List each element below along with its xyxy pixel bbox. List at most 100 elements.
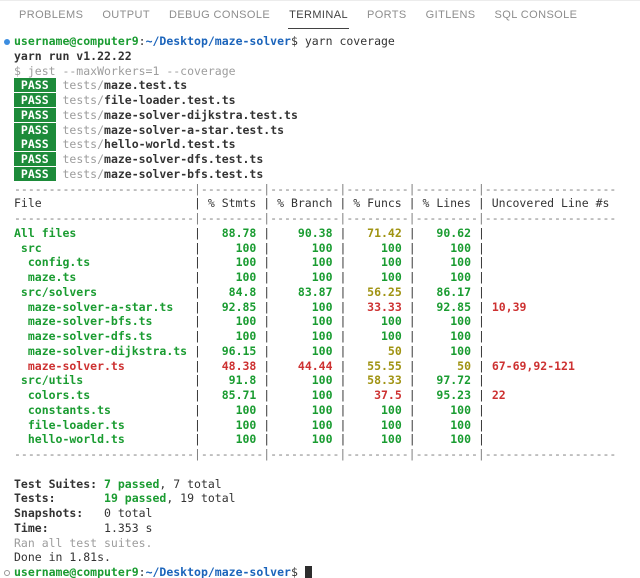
test-dir: tests/ [62, 167, 104, 181]
coverage-value: 96.15 [201, 344, 263, 358]
summary-rest: , 7 total [159, 477, 221, 491]
tab-sql-console[interactable]: SQL CONSOLE [494, 1, 579, 29]
coverage-value: 100 [416, 270, 478, 284]
coverage-file: maze-solver-dijkstra.ts [14, 344, 194, 358]
terminal-output[interactable]: username@computer9:~/Desktop/maze-solver… [0, 29, 640, 578]
coverage-value: 92.85 [201, 300, 263, 314]
summary-label: Tests: [14, 491, 104, 505]
coverage-value: 100 [201, 329, 263, 343]
coverage-value: 84.8 [201, 285, 263, 299]
pass-badge: PASS [14, 152, 56, 166]
coverage-value: 100 [416, 329, 478, 343]
coverage-value: 100 [346, 314, 408, 328]
prompt-line-current: username@computer9:~/Desktop/maze-solver… [14, 565, 640, 578]
coverage-value: 85.71 [201, 388, 263, 402]
uncovered-lines: 10,39 [485, 300, 527, 314]
coverage-row: colors.ts | 85.71 | 100 | 37.5 | 95.23 |… [14, 388, 640, 403]
prompt-path: ~/Desktop/maze-solver [146, 34, 291, 48]
tab-output[interactable]: OUTPUT [101, 1, 151, 29]
coverage-row: constants.ts | 100 | 100 | 100 | 100 | [14, 403, 640, 418]
coverage-file: maze.ts [14, 270, 194, 284]
coverage-value: 37.5 [346, 388, 408, 402]
coverage-value: 100 [201, 270, 263, 284]
pass-badge: PASS [14, 123, 56, 137]
coverage-value: 71.42 [346, 226, 408, 240]
coverage-file: All files [14, 226, 194, 240]
coverage-value: 56.25 [346, 285, 408, 299]
pass-badge: PASS [14, 108, 56, 122]
coverage-file: maze-solver-bfs.ts [14, 314, 194, 328]
coverage-value: 100 [416, 403, 478, 417]
coverage-value: 100 [270, 418, 339, 432]
coverage-value: 100 [270, 432, 339, 446]
coverage-file: src [14, 241, 194, 255]
blank-line [14, 462, 640, 477]
test-pass-line: PASS tests/maze-solver-a-star.test.ts [14, 123, 640, 138]
table-separator: --------------------------|---------|---… [14, 447, 640, 462]
summary-label: Time: [14, 521, 104, 535]
coverage-value: 86.17 [416, 285, 478, 299]
test-file: maze-solver-dijkstra.test.ts [104, 108, 298, 122]
coverage-value: 91.8 [201, 373, 263, 387]
coverage-value: 97.72 [416, 373, 478, 387]
coverage-row: maze-solver-bfs.ts | 100 | 100 | 100 | 1… [14, 314, 640, 329]
coverage-value: 100 [270, 241, 339, 255]
pass-badge: PASS [14, 137, 56, 151]
coverage-file: maze-solver.ts [14, 359, 194, 373]
jest-command-line: $ jest --maxWorkers=1 --coverage [14, 64, 640, 79]
coverage-value: 100 [416, 255, 478, 269]
summary-label: Snapshots: [14, 506, 104, 520]
table-separator: --------------------------|---------|---… [14, 182, 640, 197]
coverage-value: 100 [270, 388, 339, 402]
test-file: maze.test.ts [104, 78, 187, 92]
coverage-row: All files | 88.78 | 90.38 | 71.42 | 90.6… [14, 226, 640, 241]
coverage-value: 100 [346, 418, 408, 432]
coverage-value: 100 [416, 418, 478, 432]
tab-ports[interactable]: PORTS [366, 1, 408, 29]
summary-row: Test Suites: 7 passed, 7 total [14, 477, 640, 492]
tab-terminal[interactable]: TERMINAL [288, 1, 349, 29]
coverage-value: 90.38 [270, 226, 339, 240]
test-pass-line: PASS tests/hello-world.test.ts [14, 137, 640, 152]
coverage-value: 100 [201, 418, 263, 432]
coverage-row: maze.ts | 100 | 100 | 100 | 100 | [14, 270, 640, 285]
coverage-value: 100 [201, 432, 263, 446]
coverage-value: 100 [201, 314, 263, 328]
coverage-value: 100 [346, 329, 408, 343]
coverage-file: hello-world.ts [14, 432, 194, 446]
test-dir: tests/ [62, 108, 104, 122]
coverage-row: maze-solver-dijkstra.ts | 96.15 | 100 | … [14, 344, 640, 359]
coverage-value: 100 [270, 373, 339, 387]
table-separator: --------------------------|---------|---… [14, 211, 640, 226]
test-file: maze-solver-dfs.test.ts [104, 152, 263, 166]
command-pending-dot [4, 570, 10, 576]
coverage-value: 58.33 [346, 373, 408, 387]
coverage-row: src | 100 | 100 | 100 | 100 | [14, 241, 640, 256]
uncovered-lines: 22 [485, 388, 506, 402]
tab-problems[interactable]: PROBLEMS [18, 1, 84, 29]
coverage-value: 100 [270, 403, 339, 417]
test-file: maze-solver-a-star.test.ts [104, 123, 284, 137]
coverage-row: file-loader.ts | 100 | 100 | 100 | 100 | [14, 418, 640, 433]
prompt-user: username@computer9 [14, 565, 139, 578]
summary-rest: 1.353 s [104, 521, 152, 535]
tab-debug-console[interactable]: DEBUG CONSOLE [168, 1, 271, 29]
coverage-value: 100 [201, 403, 263, 417]
coverage-value: 88.78 [201, 226, 263, 240]
test-file: hello-world.test.ts [104, 137, 236, 151]
coverage-file: colors.ts [14, 388, 194, 402]
coverage-row: src/utils | 91.8 | 100 | 58.33 | 97.72 | [14, 373, 640, 388]
prompt-separator: : [139, 34, 146, 48]
coverage-value: 100 [346, 403, 408, 417]
tab-gitlens[interactable]: GITLENS [425, 1, 477, 29]
prompt-line: username@computer9:~/Desktop/maze-solver… [14, 34, 640, 49]
coverage-value: 100 [346, 432, 408, 446]
table-header: File | % Stmts | % Branch | % Funcs | % … [14, 196, 640, 211]
yarn-version-line: yarn run v1.22.22 [14, 49, 640, 64]
test-dir: tests/ [62, 78, 104, 92]
bottom-panel: PROBLEMS OUTPUT DEBUG CONSOLE TERMINAL PORTS… [0, 0, 640, 578]
coverage-value: 100 [416, 314, 478, 328]
test-dir: tests/ [62, 137, 104, 151]
summary-rest: 0 total [104, 506, 152, 520]
coverage-value: 100 [346, 241, 408, 255]
